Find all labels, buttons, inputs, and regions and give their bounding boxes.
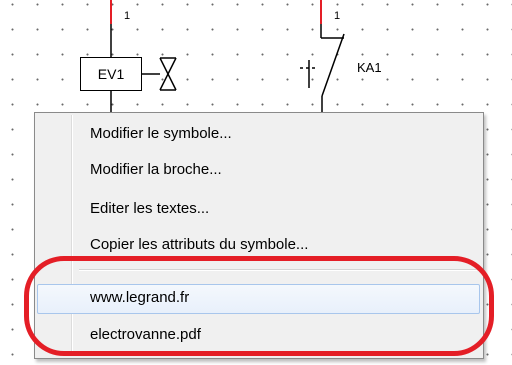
menu-item-label: Copier les attributs du symbole... [90, 236, 309, 253]
menu-separator [79, 269, 477, 271]
ev1-symbol[interactable]: EV1 [80, 57, 142, 91]
ka1-label: KA1 [357, 60, 382, 75]
menu-item-label: Editer les textes... [90, 200, 210, 217]
valve-symbol [142, 57, 177, 91]
menu-item-link-legrand[interactable]: www.legrand.fr [37, 284, 480, 314]
menu-item-label: electrovanne.pdf [90, 326, 201, 343]
ev1-label: EV1 [97, 66, 125, 82]
wire-number-right: 1 [334, 10, 341, 22]
context-menu: Modifier le symbole... Modifier la broch… [34, 112, 484, 359]
menu-item-label: www.legrand.fr [90, 289, 190, 306]
menu-item-editer-textes[interactable]: Editer les textes... [37, 195, 480, 225]
menu-item-link-electrovanne-pdf[interactable]: electrovanne.pdf [37, 321, 480, 351]
contact-symbol [300, 33, 345, 112]
wire-number-left: 1 [124, 10, 131, 22]
menu-item-modifier-broche[interactable]: Modifier la broche... [37, 156, 480, 186]
menu-item-modifier-symbole[interactable]: Modifier le symbole... [37, 120, 480, 150]
menu-item-label: Modifier la broche... [90, 161, 222, 178]
menu-item-copier-attributs[interactable]: Copier les attributs du symbole... [37, 231, 480, 261]
menu-item-label: Modifier le symbole... [90, 125, 232, 142]
